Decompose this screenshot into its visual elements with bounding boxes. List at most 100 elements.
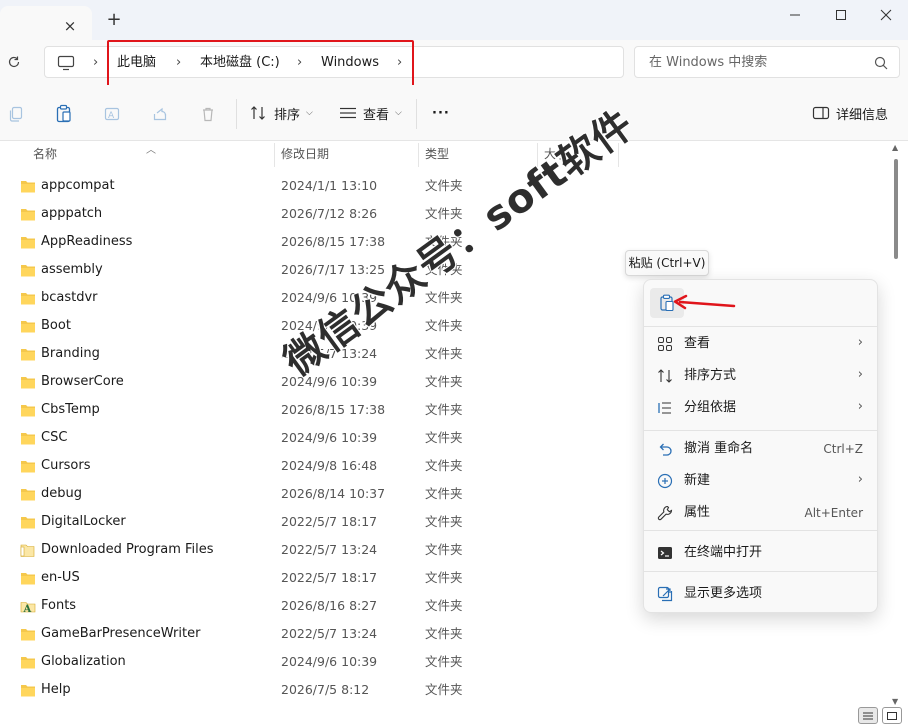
share-icon bbox=[153, 107, 167, 121]
refresh-icon bbox=[8, 56, 20, 68]
file-name[interactable]: Downloaded Program Files bbox=[41, 541, 214, 559]
submenu-chevron-icon: › bbox=[857, 335, 863, 350]
file-row[interactable]: AppReadiness 2026/8/15 17:38 文件夹 bbox=[0, 228, 880, 256]
scroll-up-icon[interactable]: ▲ bbox=[892, 143, 898, 152]
tab-windows[interactable]: × bbox=[0, 6, 92, 40]
menu-item-label: 新建 bbox=[684, 473, 711, 488]
menu-item-label: 撤消 重命名 bbox=[684, 441, 754, 456]
new-icon bbox=[656, 472, 674, 490]
vertical-scrollbar[interactable]: ▲ ▼ bbox=[890, 141, 902, 711]
file-name[interactable]: Branding bbox=[41, 345, 100, 363]
file-row[interactable]: Globalization 2024/9/6 10:39 文件夹 bbox=[0, 648, 880, 676]
file-name[interactable]: Fonts bbox=[41, 597, 76, 615]
file-row[interactable]: GameBarPresenceWriter 2022/5/7 13:24 文件夹 bbox=[0, 620, 880, 648]
details-view-button[interactable] bbox=[858, 707, 878, 724]
file-name[interactable]: DigitalLocker bbox=[41, 513, 126, 531]
delete-button[interactable] bbox=[197, 103, 219, 125]
close-icon bbox=[880, 9, 892, 21]
refresh-button[interactable] bbox=[4, 52, 24, 72]
close-window-button[interactable] bbox=[863, 0, 908, 30]
column-header-name[interactable]: 名称 bbox=[33, 141, 57, 167]
menu-item-label: 在终端中打开 bbox=[684, 545, 763, 560]
rename-button[interactable]: A bbox=[101, 103, 123, 125]
maximize-button[interactable] bbox=[818, 0, 864, 30]
file-name[interactable]: bcastdvr bbox=[41, 289, 98, 307]
folder-icon bbox=[21, 321, 35, 333]
folder-icon bbox=[21, 265, 35, 277]
share-button[interactable] bbox=[149, 103, 171, 125]
file-row[interactable]: apppatch 2026/7/12 8:26 文件夹 bbox=[0, 200, 880, 228]
context-menu-item[interactable]: 查看 › bbox=[648, 329, 873, 359]
column-header-size[interactable]: 大小 bbox=[544, 141, 568, 167]
context-menu-item[interactable]: 在终端中打开 bbox=[648, 538, 873, 568]
file-name[interactable]: BrowserCore bbox=[41, 373, 124, 391]
file-name[interactable]: Globalization bbox=[41, 653, 126, 671]
context-menu-item[interactable]: 属性 Alt+Enter bbox=[648, 498, 873, 528]
menu-item-label: 排序方式 bbox=[684, 368, 737, 383]
close-tab-icon[interactable]: × bbox=[62, 18, 78, 34]
file-type: 文件夹 bbox=[425, 626, 463, 641]
file-name[interactable]: Boot bbox=[41, 317, 71, 335]
menu-divider bbox=[644, 430, 877, 431]
paste-button[interactable] bbox=[53, 103, 75, 125]
scrollbar-thumb[interactable] bbox=[894, 159, 898, 259]
search-input[interactable]: 在 Windows 中搜索 bbox=[634, 46, 900, 78]
context-menu-item[interactable]: 显示更多选项 bbox=[648, 579, 873, 609]
red-arrow-annotation bbox=[673, 294, 736, 310]
column-divider[interactable] bbox=[418, 143, 419, 167]
sort-button[interactable]: 排序 ⌵ bbox=[250, 102, 313, 124]
context-menu-item[interactable]: 分组依据 › bbox=[648, 393, 873, 423]
column-header-type[interactable]: 类型 bbox=[425, 141, 449, 167]
file-date: 2026/8/15 17:38 bbox=[281, 234, 386, 249]
file-date: 2026/8/15 17:38 bbox=[281, 402, 386, 417]
menu-item-shortcut: Ctrl+Z bbox=[823, 442, 863, 456]
file-name[interactable]: en-US bbox=[41, 569, 80, 587]
file-name[interactable]: CSC bbox=[41, 429, 67, 447]
folder-icon bbox=[21, 685, 35, 697]
column-divider[interactable] bbox=[274, 143, 275, 167]
folder-icon bbox=[21, 181, 35, 193]
file-name[interactable]: debug bbox=[41, 485, 82, 503]
file-type: 文件夹 bbox=[425, 458, 463, 473]
file-date: 2022/5/7 18:17 bbox=[281, 514, 378, 529]
command-bar: A 排序 ⌵ 查看 ⌵ ··· 详细信息 bbox=[0, 85, 908, 141]
file-date: 2026/8/16 8:27 bbox=[281, 598, 378, 613]
context-menu-item[interactable]: 新建 › bbox=[648, 466, 873, 496]
file-date: 2022/5/7 13:24 bbox=[281, 542, 378, 557]
file-name[interactable]: assembly bbox=[41, 261, 103, 279]
context-menu-item[interactable]: 排序方式 › bbox=[648, 361, 873, 391]
menu-item-shortcut: Alt+Enter bbox=[804, 506, 863, 520]
folder-icon bbox=[21, 377, 35, 389]
more-button[interactable]: ··· bbox=[432, 102, 450, 124]
fonts-folder-icon: A bbox=[20, 602, 36, 613]
context-menu-item[interactable]: 撤消 重命名 Ctrl+Z bbox=[648, 434, 873, 464]
group-icon bbox=[656, 399, 674, 417]
view-button[interactable]: 查看 ⌵ bbox=[339, 102, 402, 124]
file-name[interactable]: appcompat bbox=[41, 177, 115, 195]
column-divider[interactable] bbox=[618, 143, 619, 167]
sort-label: 排序 bbox=[274, 107, 301, 123]
maximize-icon bbox=[836, 10, 846, 20]
new-tab-button[interactable]: + bbox=[104, 10, 124, 30]
copy-button[interactable] bbox=[5, 103, 27, 125]
file-name[interactable]: apppatch bbox=[41, 205, 102, 223]
file-name[interactable]: Cursors bbox=[41, 457, 91, 475]
column-divider[interactable] bbox=[537, 143, 538, 167]
minimize-button[interactable] bbox=[772, 0, 818, 30]
file-row[interactable]: Help 2026/7/5 8:12 文件夹 bbox=[0, 676, 880, 704]
file-name[interactable]: AppReadiness bbox=[41, 233, 132, 251]
tiles-view-button[interactable] bbox=[882, 707, 902, 724]
file-name[interactable]: Help bbox=[41, 681, 71, 699]
file-name[interactable]: CbsTemp bbox=[41, 401, 100, 419]
folder-icon bbox=[21, 517, 35, 529]
file-row[interactable]: appcompat 2024/1/1 13:10 文件夹 bbox=[0, 172, 880, 200]
more-icon: ··· bbox=[432, 105, 450, 121]
file-type: 文件夹 bbox=[425, 598, 463, 613]
file-type: 文件夹 bbox=[425, 654, 463, 669]
file-date: 2024/9/8 16:48 bbox=[281, 458, 378, 473]
file-type: 文件夹 bbox=[425, 262, 463, 277]
file-name[interactable]: GameBarPresenceWriter bbox=[41, 625, 200, 643]
details-pane-button[interactable]: 详细信息 bbox=[812, 102, 888, 124]
scroll-down-icon[interactable]: ▼ bbox=[892, 697, 898, 706]
column-header-date[interactable]: 修改日期 bbox=[281, 141, 329, 167]
